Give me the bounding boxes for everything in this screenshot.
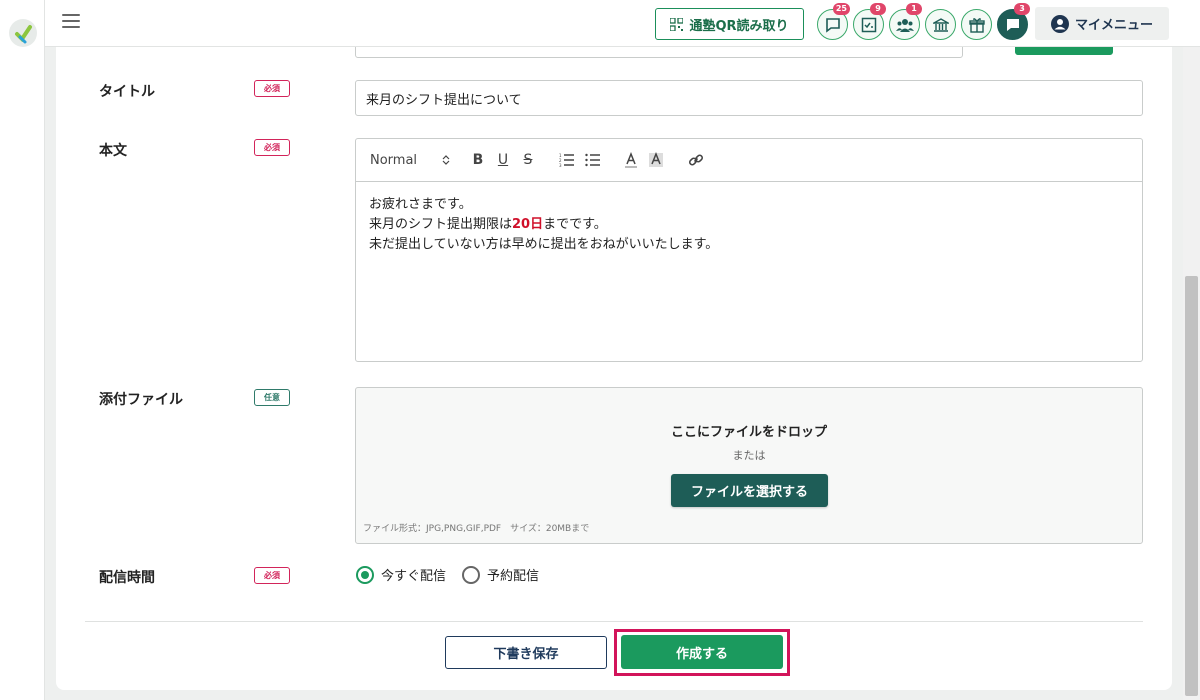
account-icon bbox=[1050, 14, 1069, 33]
optional-badge: 任意 bbox=[254, 389, 290, 406]
message-badge: 3 bbox=[1014, 3, 1030, 15]
required-badge: 必須 bbox=[254, 567, 290, 584]
text-color-icon[interactable] bbox=[620, 150, 642, 170]
strikethrough-icon[interactable]: S bbox=[518, 150, 538, 170]
required-badge: 必須 bbox=[254, 139, 290, 156]
chat-icon bbox=[825, 17, 840, 33]
body-line-1: お疲れさまです。 bbox=[369, 197, 472, 212]
radio-scheduled-label: 予約配信 bbox=[487, 569, 540, 584]
format-select[interactable]: Normal bbox=[370, 150, 450, 170]
save-draft-button[interactable]: 下書き保存 bbox=[445, 636, 607, 669]
radio-checked-icon[interactable] bbox=[356, 565, 374, 584]
rich-text-editor: Normal B U S 123 お疲れさまです。 来月のシフト提出期限は20日… bbox=[355, 138, 1143, 362]
scrollbar-thumb[interactable] bbox=[1185, 276, 1198, 696]
partial-field-above[interactable] bbox=[355, 47, 963, 58]
sort-arrows-icon bbox=[442, 155, 450, 165]
form-card: タイトル 必須 来月のシフト提出について 本文 必須 Normal B U S … bbox=[56, 47, 1172, 690]
top-header: 通塾QR読み取り 25 9 1 3 マイメニュー bbox=[45, 0, 1200, 47]
radio-send-now-label: 今すぐ配信 bbox=[381, 569, 447, 584]
svg-text:3: 3 bbox=[559, 163, 562, 167]
checklist-icon bbox=[861, 17, 876, 32]
create-button[interactable]: 作成する bbox=[621, 635, 783, 669]
underline-icon[interactable]: U bbox=[493, 150, 513, 170]
radio-scheduled[interactable]: 予約配信 bbox=[462, 565, 539, 584]
select-file-button[interactable]: ファイルを選択する bbox=[671, 474, 828, 507]
gift-button[interactable] bbox=[961, 9, 992, 40]
qr-code-icon bbox=[670, 17, 684, 31]
radio-send-now[interactable]: 今すぐ配信 bbox=[356, 565, 446, 584]
body-line-3: 未だ提出していない方は早めに提出をおねがいいたします。 bbox=[369, 237, 719, 252]
dropzone-or: または bbox=[732, 449, 766, 462]
gift-icon bbox=[968, 17, 985, 33]
my-menu-button[interactable]: マイメニュー bbox=[1035, 7, 1169, 40]
message-button[interactable]: 3 bbox=[997, 3, 1030, 40]
ordered-list-icon[interactable]: 123 bbox=[556, 150, 578, 170]
qr-scan-button[interactable]: 通塾QR読み取り bbox=[655, 8, 804, 40]
school-icon bbox=[932, 17, 949, 32]
editor-content[interactable]: お疲れさまです。 来月のシフト提出期限は20日までです。 未だ提出していない方は… bbox=[356, 182, 1142, 268]
delivery-label: 配信時間 bbox=[99, 570, 155, 586]
chat-button[interactable]: 25 bbox=[817, 3, 850, 40]
app-logo-icon[interactable] bbox=[8, 18, 38, 48]
hamburger-menu-icon[interactable] bbox=[62, 14, 80, 28]
body-label: 本文 bbox=[99, 143, 127, 159]
bullet-list-icon[interactable] bbox=[582, 150, 604, 170]
checklist-button[interactable]: 9 bbox=[853, 3, 886, 40]
message-icon bbox=[1006, 18, 1019, 31]
dropzone-title: ここにファイルをドロップ bbox=[670, 425, 827, 440]
checklist-badge: 9 bbox=[870, 3, 886, 15]
chat-badge: 25 bbox=[832, 3, 850, 15]
file-format-note: ファイル形式：JPG,PNG,GIF,PDF サイズ：20MBまで bbox=[363, 524, 590, 534]
file-dropzone[interactable]: ここにファイルをドロップ または ファイルを選択する ファイル形式：JPG,PN… bbox=[355, 387, 1143, 544]
school-button[interactable] bbox=[925, 9, 956, 40]
group-button[interactable]: 1 bbox=[889, 3, 922, 40]
divider bbox=[85, 621, 1143, 622]
partial-button-above[interactable] bbox=[1015, 47, 1113, 55]
delivery-options: 今すぐ配信 予約配信 bbox=[356, 565, 555, 584]
format-select-value: Normal bbox=[370, 152, 418, 168]
title-label: タイトル bbox=[99, 84, 155, 100]
qr-scan-label: 通塾QR読み取り bbox=[689, 18, 789, 34]
editor-toolbar: Normal B U S 123 bbox=[356, 139, 1142, 182]
background-color-icon[interactable] bbox=[645, 150, 667, 170]
deadline-highlight: 20日 bbox=[512, 217, 544, 232]
required-badge: 必須 bbox=[254, 80, 290, 97]
group-icon bbox=[895, 18, 914, 32]
link-icon[interactable] bbox=[684, 150, 708, 170]
radio-unchecked-icon[interactable] bbox=[462, 565, 481, 584]
attachment-label: 添付ファイル bbox=[99, 392, 183, 408]
title-input[interactable]: 来月のシフト提出について bbox=[355, 80, 1143, 116]
my-menu-label: マイメニュー bbox=[1074, 18, 1153, 33]
group-badge: 1 bbox=[906, 3, 922, 15]
body-line-2: 来月のシフト提出期限は20日までです。 bbox=[369, 217, 607, 232]
left-rail bbox=[0, 0, 45, 700]
bold-icon[interactable]: B bbox=[468, 150, 488, 170]
